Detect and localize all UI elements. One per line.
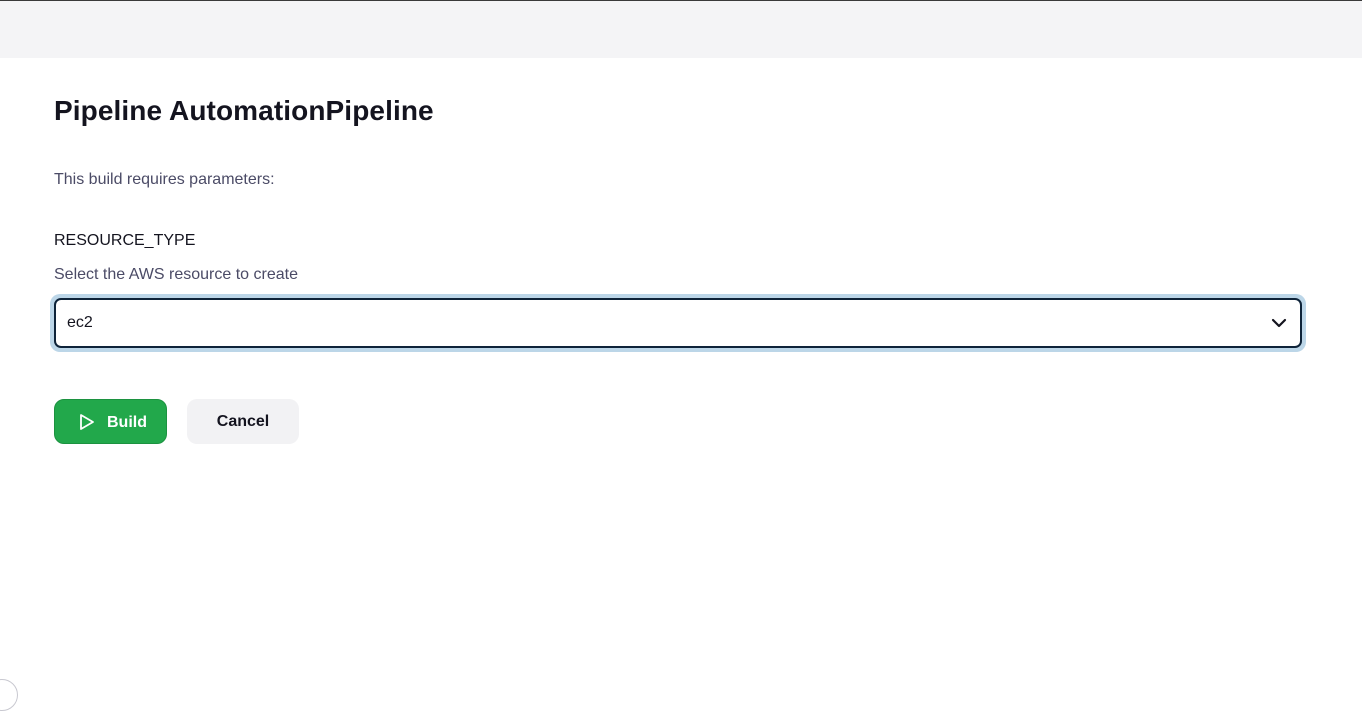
parameter-name: RESOURCE_TYPE <box>54 232 196 249</box>
build-button[interactable]: Build <box>54 399 167 444</box>
play-icon <box>80 414 94 430</box>
resource-type-select[interactable]: ec2 <box>54 298 1302 348</box>
parameters-intro: This build requires parameters: <box>54 171 275 188</box>
build-button-label: Build <box>107 414 147 431</box>
resource-type-select-focus-ring: ec2 <box>50 294 1306 352</box>
cancel-button-label: Cancel <box>216 413 270 430</box>
select-selected-value: ec2 <box>67 314 93 331</box>
chevron-down-icon <box>1271 318 1287 328</box>
parameter-description: Select the AWS resource to create <box>54 266 298 283</box>
cancel-button[interactable]: Cancel <box>187 399 299 444</box>
top-bar <box>0 0 1362 58</box>
page-title: Pipeline AutomationPipeline <box>54 95 434 126</box>
corner-widget[interactable] <box>0 679 18 711</box>
